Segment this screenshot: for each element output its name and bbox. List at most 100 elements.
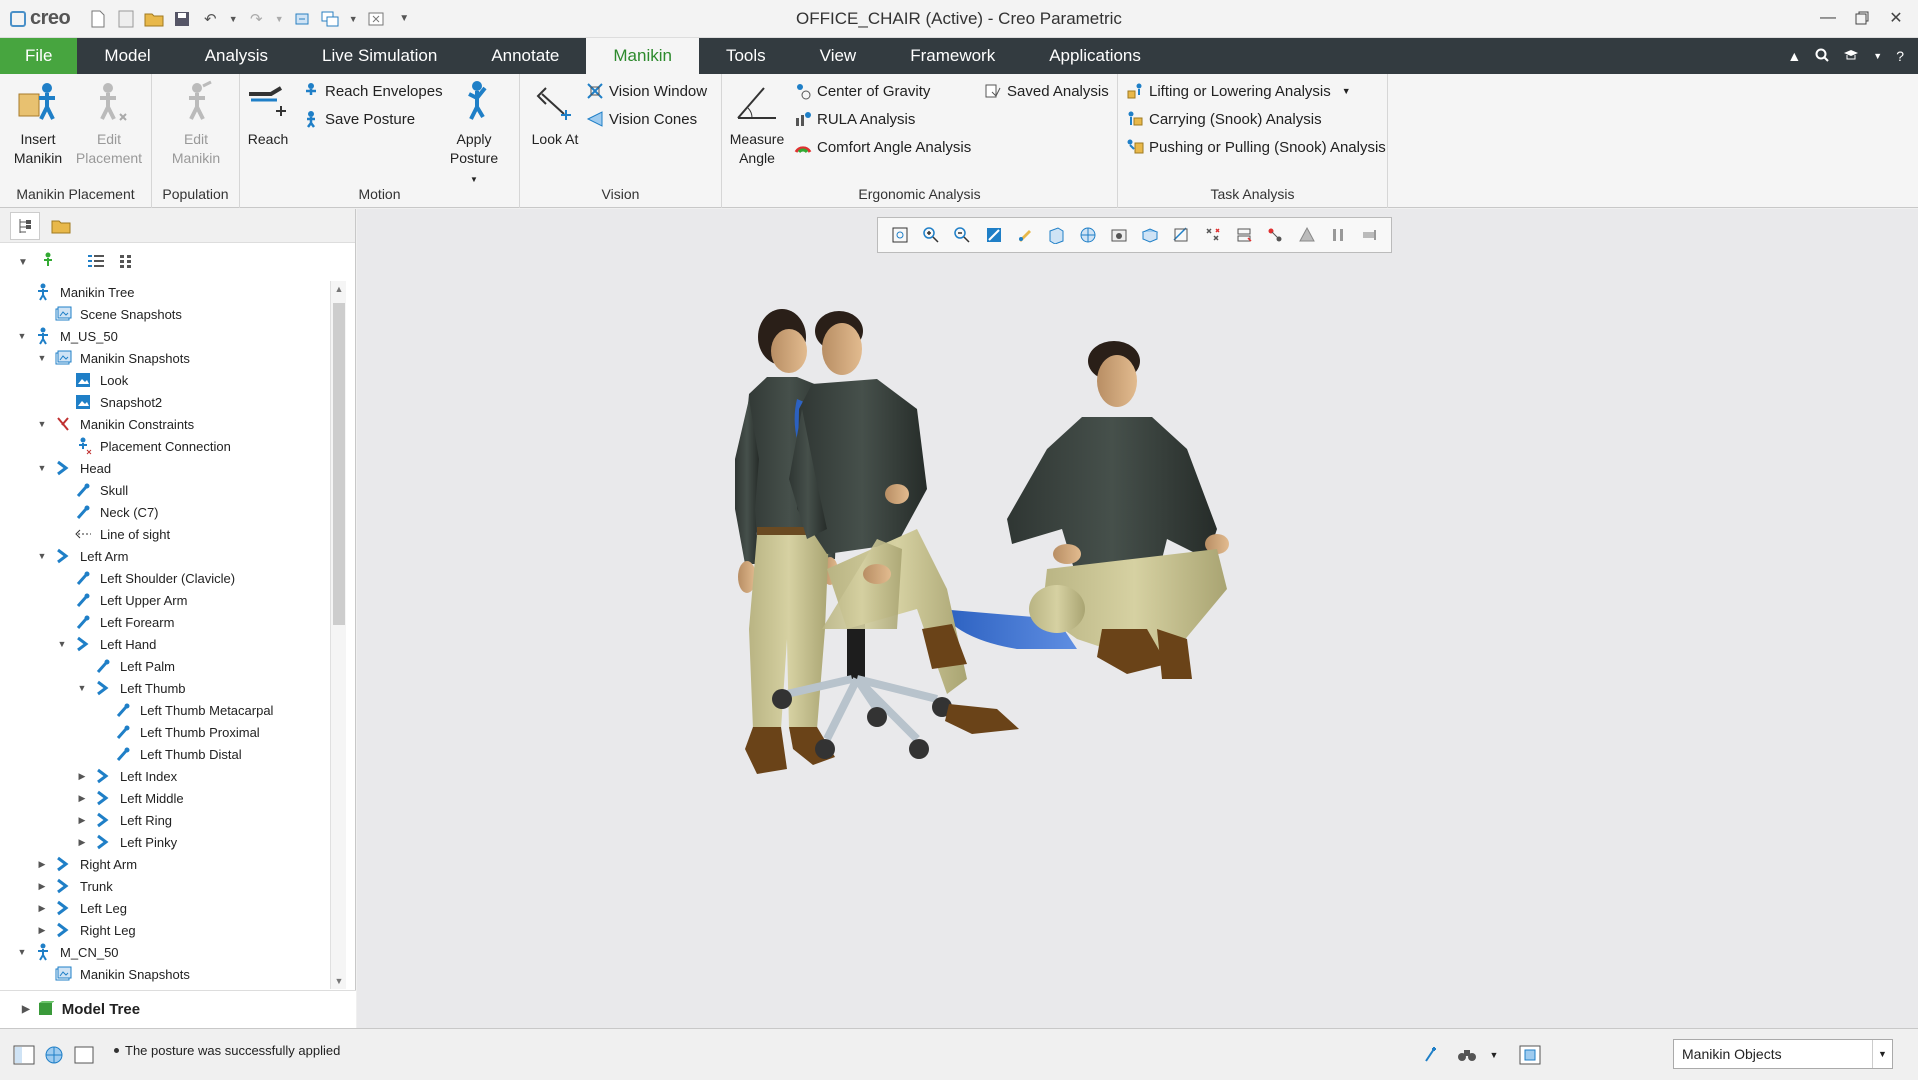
tree-item[interactable]: Look bbox=[8, 369, 326, 391]
tree-item[interactable]: Manikin Tree bbox=[8, 281, 326, 303]
tree-item[interactable]: ▼ Manikin Constraints bbox=[8, 413, 326, 435]
scene-3d[interactable] bbox=[357, 209, 1918, 1028]
new-session-icon[interactable] bbox=[116, 9, 136, 29]
find-dropdown-icon[interactable]: ▼ bbox=[1482, 1043, 1506, 1067]
tree-item[interactable]: ▶ Right Leg bbox=[8, 919, 326, 941]
expanded-chevron-icon[interactable]: ▼ bbox=[76, 682, 88, 694]
model-tree-tab-icon[interactable] bbox=[10, 211, 40, 240]
tab-model[interactable]: Model bbox=[77, 38, 177, 74]
expanded-chevron-icon[interactable]: ▼ bbox=[56, 638, 68, 650]
tree-item[interactable]: Left Thumb Metacarpal bbox=[8, 699, 326, 721]
tree-filter-dropdown-icon[interactable]: ▼ bbox=[18, 257, 28, 268]
windows-icon[interactable] bbox=[320, 9, 340, 29]
tree-item[interactable]: ▶ Left Middle bbox=[8, 787, 326, 809]
scroll-up-icon[interactable]: ▲ bbox=[331, 281, 347, 297]
tab-annotate[interactable]: Annotate bbox=[464, 38, 586, 74]
redo-icon[interactable]: ↷ bbox=[246, 9, 266, 29]
tree-item[interactable]: ▶ Right Arm bbox=[8, 853, 326, 875]
tab-view[interactable]: View bbox=[793, 38, 884, 74]
help-icon[interactable]: ? bbox=[1896, 48, 1904, 64]
windows-dropdown-icon[interactable]: ▼ bbox=[348, 9, 358, 29]
save-icon[interactable] bbox=[172, 9, 192, 29]
tree-item[interactable]: ▶ Trunk bbox=[8, 875, 326, 897]
tree-item[interactable]: ▼ M_US_50 bbox=[8, 325, 326, 347]
find-icon[interactable] bbox=[1455, 1043, 1479, 1067]
tree-item[interactable]: Left Thumb Proximal bbox=[8, 721, 326, 743]
customize-qat-icon[interactable]: ▼ bbox=[394, 9, 414, 29]
expanded-chevron-icon[interactable]: ▼ bbox=[16, 946, 28, 958]
collapsed-chevron-icon[interactable]: ▶ bbox=[36, 858, 48, 870]
collapsed-chevron-icon[interactable]: ▶ bbox=[36, 880, 48, 892]
tree-item[interactable]: ▼ Left Hand bbox=[8, 633, 326, 655]
reach-envelopes-button[interactable]: Reach Envelopes bbox=[302, 82, 443, 100]
model-tree-section[interactable]: ▶ Model Tree bbox=[0, 990, 356, 1028]
redo-dropdown-icon[interactable]: ▼ bbox=[274, 9, 284, 29]
search-icon[interactable] bbox=[1815, 48, 1829, 65]
tree-item[interactable]: Line of sight bbox=[8, 523, 326, 545]
tree-item[interactable]: ▶ Left Ring bbox=[8, 809, 326, 831]
insert-manikin-button[interactable]: Insert Manikin bbox=[12, 80, 64, 168]
tree-item[interactable]: ▼ Head bbox=[8, 457, 326, 479]
tab-file[interactable]: File bbox=[0, 38, 78, 74]
comfort-angle-analysis-button[interactable]: Comfort Angle Analysis bbox=[794, 138, 971, 156]
center-of-gravity-button[interactable]: Center of Gravity bbox=[794, 82, 930, 100]
tree-columns-icon[interactable] bbox=[118, 253, 134, 272]
manikin-filter-icon[interactable] bbox=[40, 252, 56, 273]
look-at-button[interactable]: Look At bbox=[524, 80, 586, 149]
tree-item[interactable]: Placement Connection bbox=[8, 435, 326, 457]
saved-analysis-button[interactable]: Saved Analysis bbox=[984, 82, 1109, 100]
tree-settings-icon[interactable] bbox=[86, 253, 106, 272]
collapsed-chevron-icon[interactable]: ▶ bbox=[36, 924, 48, 936]
tree-item[interactable]: ▼ Left Arm bbox=[8, 545, 326, 567]
scrollbar-thumb[interactable] bbox=[333, 303, 345, 625]
collapsed-chevron-icon[interactable]: ▶ bbox=[76, 814, 88, 826]
collapsed-chevron-icon[interactable]: ▶ bbox=[76, 770, 88, 782]
tab-tools[interactable]: Tools bbox=[699, 38, 793, 74]
lifting-lowering-dropdown-icon[interactable]: ▼ bbox=[1342, 86, 1351, 96]
pushing-pulling-snook-analysis-button[interactable]: Pushing or Pulling (Snook) Analysis bbox=[1126, 138, 1386, 156]
tab-live-simulation[interactable]: Live Simulation bbox=[295, 38, 464, 74]
selection-buffer-icon[interactable] bbox=[1518, 1043, 1542, 1067]
folder-browser-tab-icon[interactable] bbox=[46, 212, 76, 240]
collapsed-chevron-icon[interactable]: ▶ bbox=[76, 836, 88, 848]
vision-window-button[interactable]: Vision Window bbox=[586, 82, 707, 100]
full-screen-icon[interactable] bbox=[72, 1043, 96, 1067]
rula-analysis-button[interactable]: RULA Analysis bbox=[794, 110, 915, 128]
regenerate-icon[interactable] bbox=[292, 9, 312, 29]
tree-item[interactable]: ▼ M_CN_50 bbox=[8, 941, 326, 963]
expanded-chevron-icon[interactable]: ▼ bbox=[36, 462, 48, 474]
tree-item[interactable]: ▶ Left Index bbox=[8, 765, 326, 787]
undo-dropdown-icon[interactable]: ▼ bbox=[228, 9, 238, 29]
new-file-icon[interactable] bbox=[88, 9, 108, 29]
expanded-chevron-icon[interactable]: ▼ bbox=[16, 330, 28, 342]
apply-posture-button[interactable]: Apply Posture ▼ bbox=[444, 80, 504, 189]
collapse-ribbon-icon[interactable]: ▲ bbox=[1787, 48, 1801, 64]
tree-item[interactable]: ▼ Left Thumb bbox=[8, 677, 326, 699]
measure-angle-button[interactable]: Measure Angle bbox=[726, 80, 788, 168]
learning-dropdown-icon[interactable]: ▼ bbox=[1873, 51, 1882, 61]
close-window-icon[interactable] bbox=[366, 9, 386, 29]
carrying-snook-analysis-button[interactable]: Carrying (Snook) Analysis bbox=[1126, 110, 1322, 128]
expanded-chevron-icon[interactable]: ▼ bbox=[36, 550, 48, 562]
tree-item[interactable]: Snapshot2 bbox=[8, 391, 326, 413]
tree-item[interactable]: ▶ Left Pinky bbox=[8, 831, 326, 853]
tree-item[interactable]: ▶ Left Leg bbox=[8, 897, 326, 919]
tab-manikin[interactable]: Manikin bbox=[586, 38, 699, 74]
tab-framework[interactable]: Framework bbox=[883, 38, 1022, 74]
vision-cones-button[interactable]: Vision Cones bbox=[586, 110, 697, 128]
lifting-lowering-analysis-button[interactable]: Lifting or Lowering Analysis ▼ bbox=[1126, 82, 1351, 100]
selection-filter-chevron-down-icon[interactable]: ▼ bbox=[1872, 1040, 1892, 1068]
expanded-chevron-icon[interactable]: ▼ bbox=[36, 352, 48, 364]
tree-vertical-scrollbar[interactable]: ▲ ▼ bbox=[330, 281, 346, 989]
tree-item[interactable]: Left Shoulder (Clavicle) bbox=[8, 567, 326, 589]
tree-item[interactable]: Skull bbox=[8, 479, 326, 501]
show-browser-icon[interactable] bbox=[42, 1043, 66, 1067]
tree-item[interactable]: Scene Snapshots bbox=[8, 303, 326, 325]
tree-item[interactable]: Left Forearm bbox=[8, 611, 326, 633]
collapsed-chevron-icon[interactable]: ▶ bbox=[76, 792, 88, 804]
tree-item[interactable]: Left Upper Arm bbox=[8, 589, 326, 611]
tab-analysis[interactable]: Analysis bbox=[178, 38, 295, 74]
close-icon[interactable]: ✕ bbox=[1882, 4, 1910, 32]
expanded-chevron-icon[interactable]: ▼ bbox=[36, 418, 48, 430]
tab-applications[interactable]: Applications bbox=[1022, 38, 1168, 74]
